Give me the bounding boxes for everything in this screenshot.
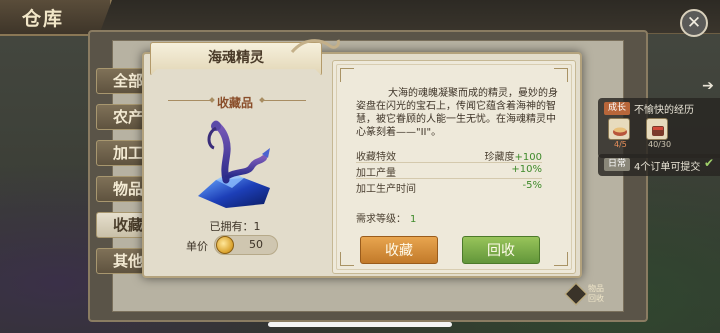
home-indicator xyxy=(268,322,452,327)
daily-text: 4个订单可提交 xyxy=(634,162,701,173)
arrow-right-icon: ➔ xyxy=(702,78,714,94)
required-level-value: 1 xyxy=(410,214,417,225)
stat-value: +10% xyxy=(511,164,542,175)
coin-icon xyxy=(216,236,234,254)
ribbon-swirl-decoration xyxy=(290,39,340,54)
item-description: 大海的魂魄凝聚而成的精灵，曼妙的身姿盘在闪光的宝石上，传闻它蕴含着海神的智慧，被… xyxy=(356,88,558,138)
quest-item-count: 4/5 xyxy=(614,140,627,149)
stat-label: 加工生产时间 xyxy=(356,184,416,195)
pot-icon xyxy=(646,118,668,140)
required-level-label: 需求等级： xyxy=(356,214,406,225)
item-recycle-button[interactable]: 物品 回收 xyxy=(564,282,612,306)
growth-badge: 成长 xyxy=(604,102,630,115)
corner-flourish xyxy=(340,252,354,266)
stat-value: -5% xyxy=(522,180,542,191)
daily-badge: 日常 xyxy=(604,158,630,171)
stat-row: 加工产量 +10% xyxy=(356,164,542,179)
corner-flourish xyxy=(554,252,568,266)
stat-divider xyxy=(356,178,542,179)
corner-flourish xyxy=(554,68,568,82)
check-icon: ✔ xyxy=(704,156,715,170)
collect-button[interactable]: 收藏 xyxy=(360,236,438,264)
close-button[interactable]: ✕ xyxy=(680,9,708,37)
divider-right xyxy=(262,100,306,101)
stat-divider xyxy=(356,162,542,163)
owned-count: 已拥有：1 xyxy=(209,220,261,233)
recycle-icon xyxy=(564,282,588,306)
stat-label: 收藏特效 xyxy=(356,152,396,163)
item-recycle-label: 物品 回收 xyxy=(588,284,604,303)
quest-item-count: 40/30 xyxy=(648,140,672,149)
item-category: 收藏品 xyxy=(216,96,253,110)
price-label: 单价 xyxy=(186,240,208,253)
stat-row: 加工生产时间 -5% xyxy=(356,180,542,195)
sea-spirit-figurine-image xyxy=(198,120,270,208)
quest-expand-button[interactable]: ➔ xyxy=(698,78,718,98)
close-icon: ✕ xyxy=(686,13,702,33)
required-level: 需求等级： 1 xyxy=(356,210,416,225)
stat-row: 收藏特效 珍藏度+100 xyxy=(356,148,542,163)
stat-label: 加工产量 xyxy=(356,168,396,179)
food-bowl-icon xyxy=(608,118,630,140)
price-value: 50 xyxy=(249,238,263,251)
recycle-button[interactable]: 回收 xyxy=(462,236,540,264)
quest-title: 不愉快的经历 xyxy=(634,105,694,116)
corner-flourish xyxy=(340,68,354,82)
page-title: 仓库 xyxy=(22,8,65,30)
